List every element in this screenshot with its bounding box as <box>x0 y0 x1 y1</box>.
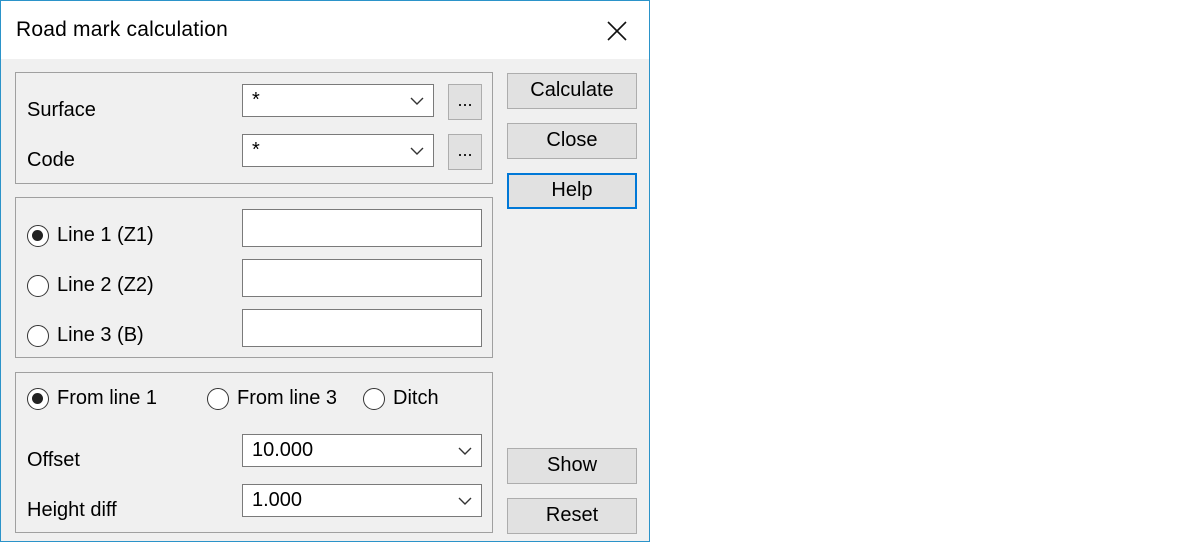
line-1-field[interactable] <box>242 209 482 247</box>
code-browse-button[interactable]: ... <box>448 134 482 170</box>
offset-combo[interactable]: 10.000 <box>242 434 482 467</box>
radio-unselected-icon <box>27 324 49 347</box>
radio-unselected-icon <box>363 387 385 410</box>
line-2-label: Line 2 (Z2) <box>57 274 154 296</box>
code-label: Code <box>27 149 75 171</box>
line-2-radio[interactable]: Line 2 (Z2) <box>27 274 154 297</box>
title-bar: Road mark calculation <box>1 1 649 59</box>
from-line-1-label: From line 1 <box>57 387 158 409</box>
code-combo[interactable]: * <box>242 134 434 167</box>
from-line-3-label: From line 3 <box>237 387 338 409</box>
chevron-down-icon <box>458 497 472 505</box>
surface-label: Surface <box>27 99 96 121</box>
show-button[interactable]: Show <box>507 448 637 484</box>
ditch-label: Ditch <box>393 387 439 409</box>
height-diff-value: 1.000 <box>252 489 303 511</box>
code-value: * <box>252 139 260 161</box>
height-diff-label: Height diff <box>27 499 117 521</box>
radio-selected-icon <box>27 224 49 247</box>
surface-combo[interactable]: * <box>242 84 434 117</box>
from-line-1-radio[interactable]: From line 1 <box>27 387 157 410</box>
from-line-3-radio[interactable]: From line 3 <box>207 387 337 410</box>
lines-group: Line 1 (Z1) Line 2 (Z2) Line 3 (B) <box>15 197 493 358</box>
offset-group: From line 1 From line 3 Ditch Offset 10.… <box>15 372 493 533</box>
surface-browse-button[interactable]: ... <box>448 84 482 120</box>
line-1-label: Line 1 (Z1) <box>57 224 154 246</box>
radio-unselected-icon <box>27 274 49 297</box>
chevron-down-icon <box>410 97 424 105</box>
line-2-field[interactable] <box>242 259 482 297</box>
offset-value: 10.000 <box>252 439 314 461</box>
road-mark-dialog: Road mark calculation Surface * ... Code… <box>0 0 650 542</box>
offset-label: Offset <box>27 449 80 471</box>
line-3-radio[interactable]: Line 3 (B) <box>27 324 144 347</box>
surface-code-group: Surface * ... Code * ... <box>15 72 493 184</box>
calculate-button[interactable]: Calculate <box>507 73 637 109</box>
window-title: Road mark calculation <box>16 18 228 41</box>
close-button[interactable]: Close <box>507 123 637 159</box>
reset-button[interactable]: Reset <box>507 498 637 534</box>
help-button[interactable]: Help <box>507 173 637 209</box>
close-icon[interactable] <box>598 13 636 51</box>
line-3-label: Line 3 (B) <box>57 324 144 346</box>
chevron-down-icon <box>410 147 424 155</box>
line-1-radio[interactable]: Line 1 (Z1) <box>27 224 154 247</box>
surface-value: * <box>252 89 260 111</box>
line-3-field[interactable] <box>242 309 482 347</box>
radio-selected-icon <box>27 387 49 410</box>
ditch-radio[interactable]: Ditch <box>363 387 439 410</box>
chevron-down-icon <box>458 447 472 455</box>
radio-unselected-icon <box>207 387 229 410</box>
height-diff-combo[interactable]: 1.000 <box>242 484 482 517</box>
